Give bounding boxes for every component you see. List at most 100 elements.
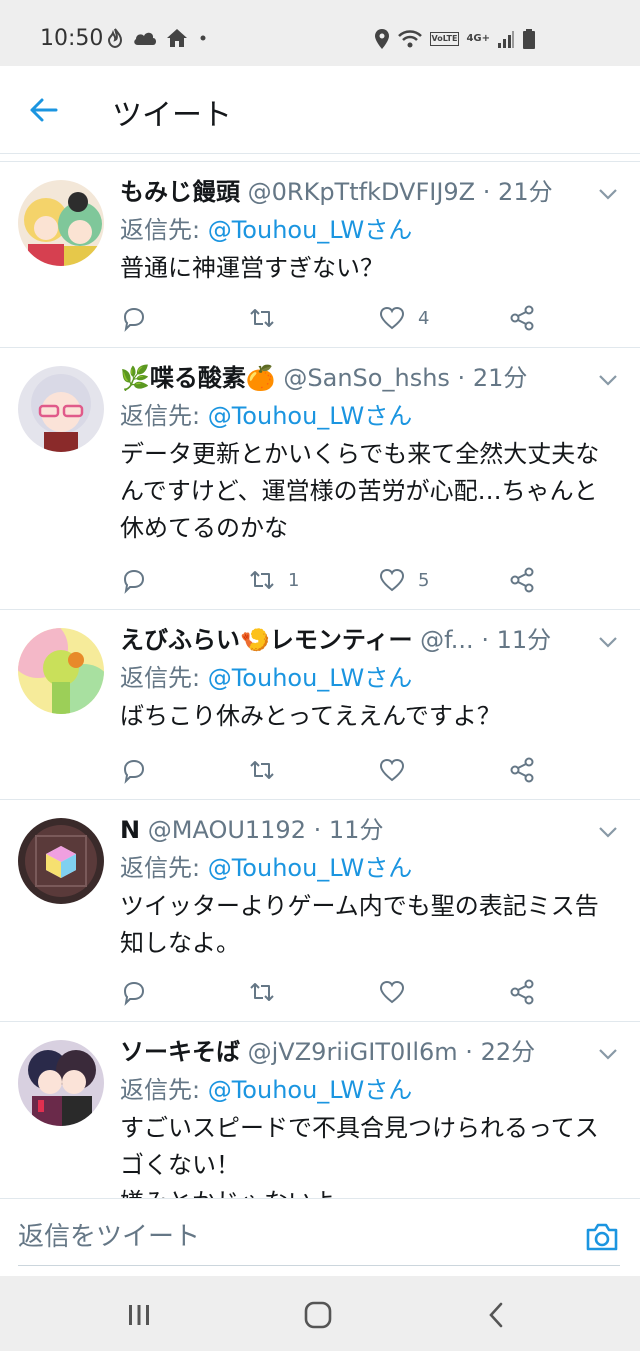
reply-label: 返信先: <box>120 1076 208 1104</box>
caret-down-icon[interactable] <box>596 182 620 206</box>
avatar[interactable] <box>18 818 104 904</box>
camera-icon[interactable] <box>584 1219 620 1255</box>
timestamp[interactable]: 22分 <box>481 1038 536 1066</box>
tweet[interactable]: 🌿喋る酸素🍊 @SanSo_hshs · 21分 返信先: @Touhou_LW… <box>0 348 640 610</box>
retweet-icon <box>250 309 274 327</box>
like-icon <box>379 306 405 330</box>
user-handle[interactable]: @MAOU1192 <box>148 816 306 844</box>
header-divider <box>0 154 640 162</box>
tweet[interactable]: N @MAOU1192 · 11分 返信先: @Touhou_LWさん ツイッタ… <box>0 800 640 1022</box>
like-button[interactable] <box>378 754 418 786</box>
retweet-button[interactable]: 1 <box>248 564 299 596</box>
tweet-header: えびふらい🍤レモンティー @f... · 11分 <box>120 624 584 656</box>
reply-mention[interactable]: @Touhou_LWさん <box>208 216 412 244</box>
retweet-button[interactable] <box>248 976 288 1008</box>
status-left-icons <box>106 27 210 49</box>
caret-down-icon[interactable] <box>596 368 620 392</box>
tweet-actions <box>120 754 560 786</box>
reply-button[interactable] <box>120 754 148 786</box>
tweet-actions: 1 5 <box>120 564 560 596</box>
replying-to: 返信先: @Touhou_LWさん <box>120 662 412 694</box>
like-button[interactable]: 5 <box>378 564 429 596</box>
home-icon[interactable] <box>303 1300 333 1330</box>
system-nav-bar <box>0 1276 640 1351</box>
reply-mention[interactable]: @Touhou_LWさん <box>208 854 412 882</box>
display-name[interactable]: 🌿喋る酸素🍊 <box>120 364 276 392</box>
display-name[interactable]: えびふらい🍤レモンティー <box>120 626 412 654</box>
dot-icon <box>200 35 206 41</box>
retweet-count: 1 <box>288 569 300 591</box>
tweet-header: もみじ饅頭 @0RKpTtfkDVFIJ9Z · 21分 <box>120 176 584 208</box>
retweet-button[interactable] <box>248 302 288 334</box>
separator: · <box>465 1038 473 1066</box>
reply-timeline[interactable]: もみじ饅頭 @0RKpTtfkDVFIJ9Z · 21分 返信先: @Touho… <box>0 162 640 1198</box>
retweet-button[interactable] <box>248 754 288 786</box>
reply-mention[interactable]: @Touhou_LWさん <box>208 402 412 430</box>
tweet[interactable]: ソーキそば @jVZ9riiGIT0Il6m · 22分 返信先: @Touho… <box>0 1022 640 1198</box>
tweet-text: データ更新とかいくらでも来て全然大丈夫なんですけど、運営様の苦労が心配…ちゃんと… <box>120 440 600 542</box>
replying-to: 返信先: @Touhou_LWさん <box>120 852 412 884</box>
replying-to: 返信先: @Touhou_LWさん <box>120 1074 412 1106</box>
caret-down-icon[interactable] <box>596 820 620 844</box>
tweet-text: すごいスピードで不具合見つけられるってスゴくない！ 嫌みとかじゃないよ <box>120 1114 599 1198</box>
user-handle[interactable]: @0RKpTtfkDVFIJ9Z <box>248 178 475 206</box>
reply-label: 返信先: <box>120 854 208 882</box>
avatar[interactable] <box>18 628 104 714</box>
reply-icon <box>123 759 145 784</box>
reply-icon <box>123 569 145 594</box>
share-icon <box>510 305 534 331</box>
status-time: 10:50 <box>40 26 104 51</box>
like-count: 4 <box>418 307 430 329</box>
display-name[interactable]: もみじ饅頭 <box>120 178 240 206</box>
like-icon <box>379 980 405 1004</box>
reply-button[interactable] <box>120 976 148 1008</box>
share-button[interactable] <box>508 564 536 596</box>
status-right-icons: VoLTE 4G+ <box>374 28 537 50</box>
reply-label: 返信先: <box>120 216 208 244</box>
signal-icon <box>498 31 514 48</box>
tweet-text: 普通に神運営すぎない？ <box>120 254 384 282</box>
like-button[interactable]: 4 <box>378 302 429 334</box>
flame-icon <box>107 28 123 49</box>
user-handle[interactable]: @jVZ9riiGIT0Il6m <box>248 1038 458 1066</box>
timestamp[interactable]: 21分 <box>498 178 553 206</box>
reply-mention[interactable]: @Touhou_LWさん <box>208 664 412 692</box>
reply-mention[interactable]: @Touhou_LWさん <box>208 1076 412 1104</box>
separator: · <box>313 816 322 844</box>
tweet-header: 🌿喋る酸素🍊 @SanSo_hshs · 21分 <box>120 362 584 394</box>
retweet-icon <box>250 761 274 779</box>
share-button[interactable] <box>508 302 536 334</box>
avatar[interactable] <box>18 180 104 266</box>
tweet[interactable]: もみじ饅頭 @0RKpTtfkDVFIJ9Z · 21分 返信先: @Touho… <box>0 162 640 348</box>
avatar[interactable] <box>18 366 104 452</box>
cloud-icon <box>134 32 156 45</box>
user-handle[interactable]: @SanSo_hshs <box>283 364 450 392</box>
reply-button[interactable] <box>120 564 148 596</box>
like-button[interactable] <box>378 976 418 1008</box>
timestamp[interactable]: 21分 <box>473 364 528 392</box>
tweet[interactable]: えびふらい🍤レモンティー @f... · 11分 返信先: @Touhou_LW… <box>0 610 640 800</box>
recents-icon[interactable] <box>124 1300 154 1330</box>
tweet-text: ばちこり休みとってええんですよ？ <box>120 702 501 730</box>
caret-down-icon[interactable] <box>596 630 620 654</box>
user-handle[interactable]: @f... <box>420 626 474 654</box>
page-title: ツイート <box>112 98 232 133</box>
reply-button[interactable] <box>120 302 148 334</box>
like-icon <box>379 758 405 782</box>
tweet-header: ソーキそば @jVZ9riiGIT0Il6m · 22分 <box>120 1036 584 1068</box>
separator: · <box>482 178 491 206</box>
avatar[interactable] <box>18 1040 104 1126</box>
back-icon[interactable] <box>482 1300 512 1330</box>
reply-input[interactable] <box>18 1217 558 1257</box>
display-name[interactable]: N <box>120 816 140 844</box>
timestamp[interactable]: 11分 <box>329 816 384 844</box>
share-button[interactable] <box>508 754 536 786</box>
timestamp[interactable]: 11分 <box>497 626 552 654</box>
caret-down-icon[interactable] <box>596 1042 620 1066</box>
back-arrow-icon[interactable] <box>26 92 62 128</box>
display-name[interactable]: ソーキそば <box>120 1038 240 1066</box>
like-count: 5 <box>418 569 430 591</box>
status-bar: 10:50 VoLTE 4G+ <box>0 0 640 66</box>
share-button[interactable] <box>508 976 536 1008</box>
retweet-icon <box>250 571 274 589</box>
